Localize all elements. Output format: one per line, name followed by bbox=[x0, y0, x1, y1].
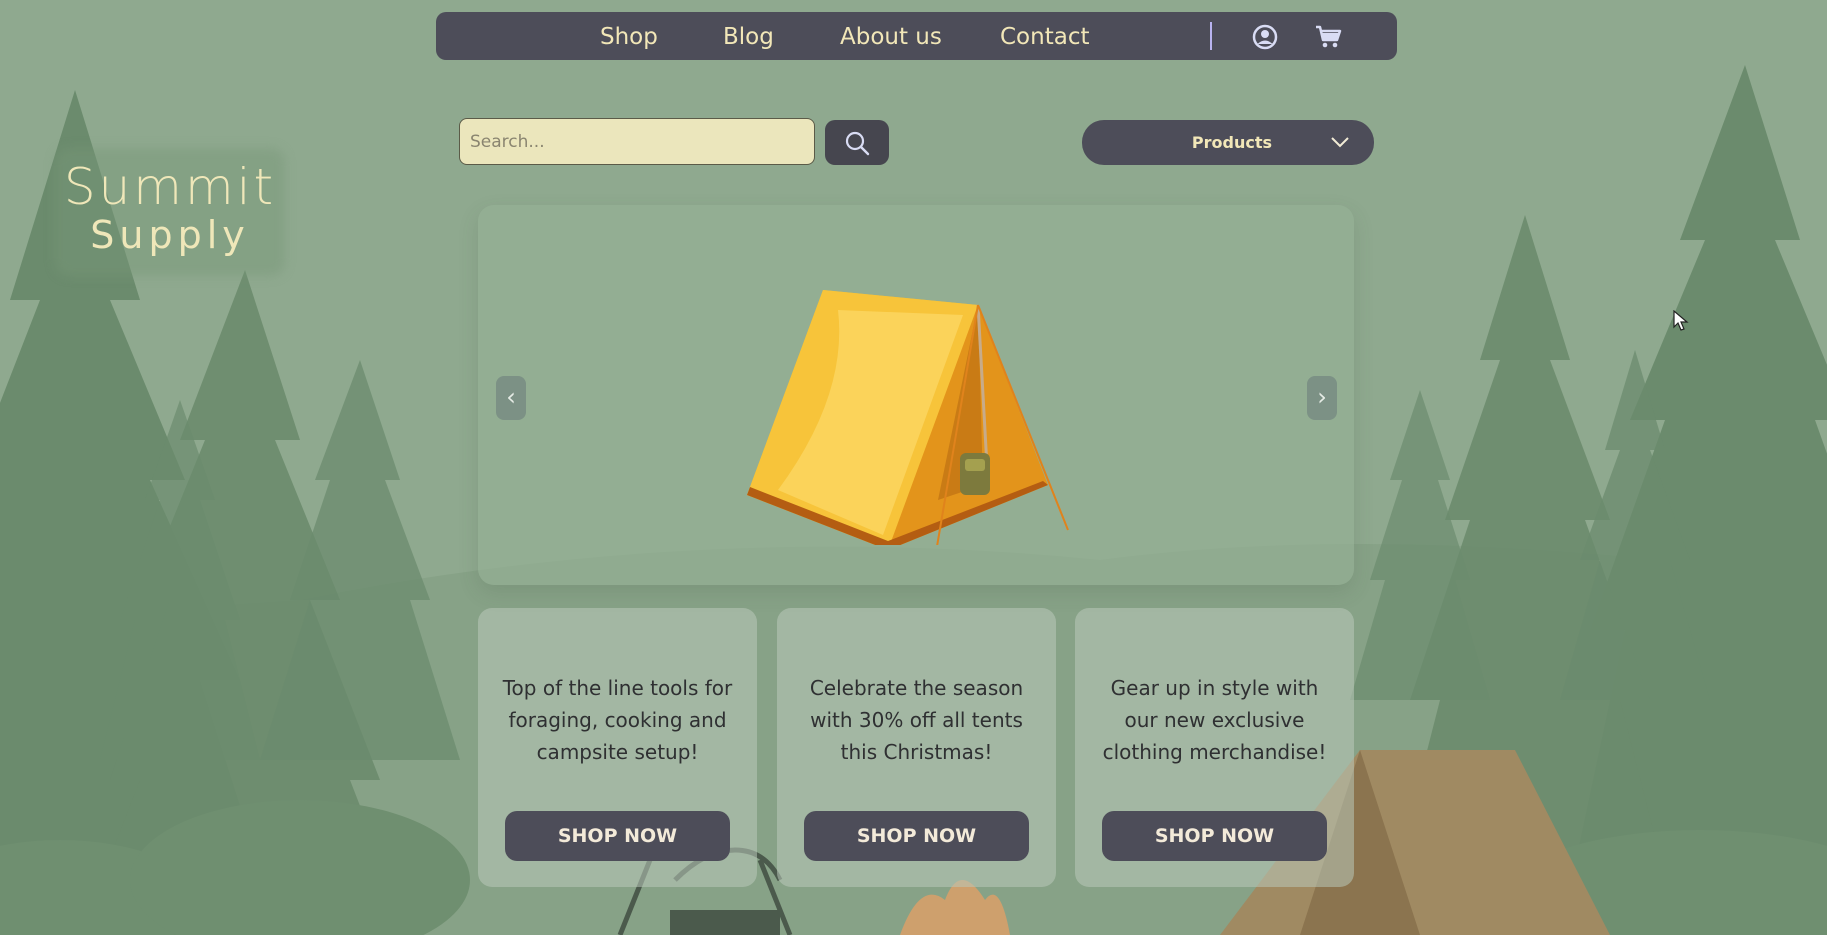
nav-divider bbox=[1210, 22, 1212, 50]
products-dropdown[interactable]: Products bbox=[1082, 120, 1374, 165]
tent-icon bbox=[747, 290, 1069, 545]
search-icon bbox=[845, 131, 870, 156]
search-input[interactable] bbox=[459, 118, 815, 165]
logo-text-line2: Supply bbox=[90, 213, 250, 257]
brand-logo[interactable]: Summit Supply bbox=[55, 148, 285, 278]
promo-card-tools: Top of the line tools for foraging, cook… bbox=[478, 608, 757, 887]
mouse-cursor-icon bbox=[1673, 310, 1689, 331]
products-dropdown-label: Products bbox=[1191, 133, 1272, 152]
carousel-prev-button[interactable]: ‹ bbox=[496, 376, 526, 420]
nav-link-blog[interactable]: Blog bbox=[723, 24, 774, 50]
user-circle-icon[interactable] bbox=[1252, 24, 1278, 50]
promo-card-text: Top of the line tools for foraging, cook… bbox=[502, 676, 733, 764]
hero-carousel: ‹ › bbox=[478, 205, 1354, 585]
search-button[interactable] bbox=[825, 120, 889, 165]
nav-link-shop[interactable]: Shop bbox=[600, 24, 658, 50]
shop-now-button[interactable]: SHOP NOW bbox=[505, 811, 730, 861]
promo-card-clothing: Gear up in style with our new exclusive … bbox=[1075, 608, 1354, 887]
promo-card-text: Gear up in style with our new exclusive … bbox=[1102, 676, 1327, 764]
nav-link-about-us[interactable]: About us bbox=[840, 24, 942, 50]
shop-now-button[interactable]: SHOP NOW bbox=[804, 811, 1029, 861]
carousel-next-button[interactable]: › bbox=[1307, 376, 1337, 420]
cart-icon[interactable] bbox=[1315, 24, 1343, 50]
shop-now-button[interactable]: SHOP NOW bbox=[1102, 811, 1327, 861]
chevron-down-icon bbox=[1331, 137, 1349, 148]
logo-text-line1: Summit bbox=[63, 158, 277, 216]
promo-card-text: Celebrate the season with 30% off all te… bbox=[809, 676, 1024, 764]
top-navigation-bar: Shop Blog About us Contact bbox=[436, 12, 1397, 60]
nav-link-contact[interactable]: Contact bbox=[1000, 24, 1089, 50]
promo-card-tents: Celebrate the season with 30% off all te… bbox=[777, 608, 1056, 887]
